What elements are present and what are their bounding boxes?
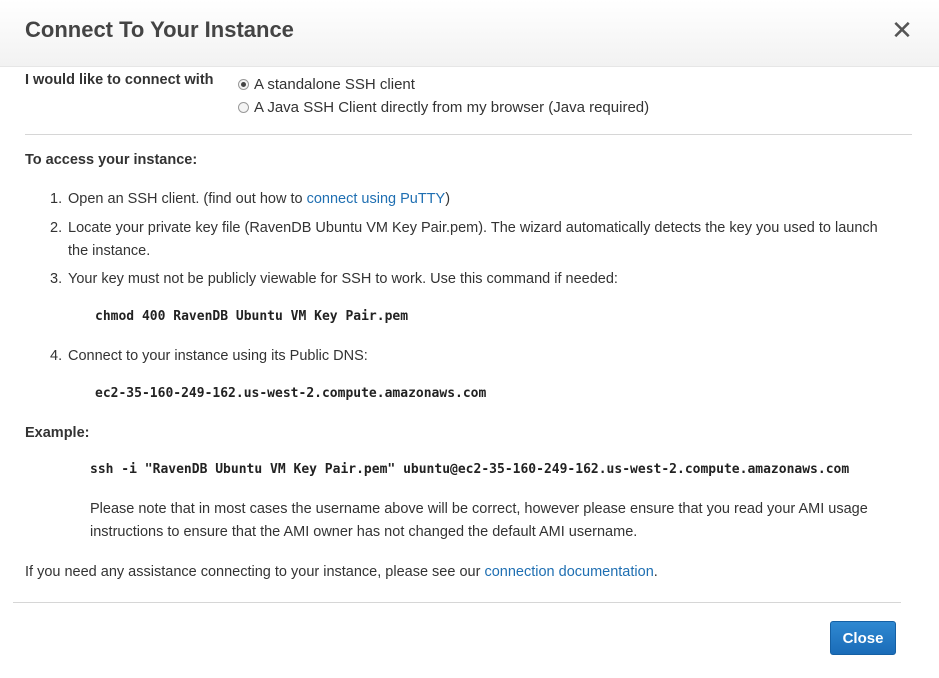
- ssh-example-command: ssh -i "RavenDB Ubuntu VM Key Pair.pem" …: [90, 462, 850, 477]
- step-1-text: Open an SSH client. (find out how to: [68, 191, 303, 207]
- step-1: 1. Open an SSH client. (find out how to …: [50, 188, 895, 211]
- radio-label-java-ssh: A Java SSH Client directly from my brows…: [254, 99, 650, 116]
- radio-label-standalone-ssh: A standalone SSH client: [254, 76, 415, 93]
- dialog-header: Connect To Your Instance ✕: [0, 0, 939, 67]
- step-number: 3.: [50, 271, 63, 287]
- step-1-suffix: ): [445, 191, 451, 207]
- step-3-text: Your key must not be publicly viewable f…: [68, 271, 618, 287]
- close-button[interactable]: Close: [830, 621, 896, 655]
- step-number: 4.: [50, 348, 63, 364]
- radio-option-standalone-ssh[interactable]: A standalone SSH client: [238, 76, 415, 93]
- assistance-suffix: .: [653, 564, 658, 580]
- dialog-title: Connect To Your Instance: [25, 17, 294, 42]
- radio-button-standalone-ssh[interactable]: [238, 79, 249, 90]
- footer-divider: [13, 602, 901, 603]
- step-2: 2. Locate your private key file (RavenDB…: [50, 217, 895, 263]
- chmod-command: chmod 400 RavenDB Ubuntu VM Key Pair.pem: [95, 309, 409, 324]
- access-heading: To access your instance:: [25, 152, 198, 168]
- divider: [25, 134, 912, 135]
- connect-with-label: I would like to connect with: [25, 72, 214, 88]
- step-2-text: Locate your private key file (RavenDB Ub…: [68, 220, 878, 259]
- step-3: 3. Your key must not be publicly viewabl…: [50, 268, 895, 291]
- radio-button-java-ssh[interactable]: [238, 102, 249, 113]
- step-number: 2.: [50, 220, 63, 236]
- step-text: Open an SSH client. (find out how to con…: [68, 188, 450, 211]
- public-dns-value: ec2-35-160-249-162.us-west-2.compute.ama…: [95, 386, 487, 401]
- assistance-label: If you need any assistance connecting to…: [25, 564, 481, 580]
- assistance-text: If you need any assistance connecting to…: [25, 564, 658, 580]
- radio-option-java-ssh[interactable]: A Java SSH Client directly from my brows…: [238, 99, 649, 116]
- example-heading: Example:: [25, 425, 90, 441]
- username-note: Please note that in most cases the usern…: [90, 501, 868, 540]
- step-4: 4. Connect to your instance using its Pu…: [50, 345, 895, 368]
- close-icon[interactable]: ✕: [888, 16, 916, 44]
- step-number: 1.: [50, 191, 63, 207]
- step-4-text: Connect to your instance using its Publi…: [68, 348, 368, 364]
- connection-documentation-link[interactable]: connection documentation: [484, 564, 653, 580]
- connect-using-putty-link[interactable]: connect using PuTTY: [307, 191, 446, 207]
